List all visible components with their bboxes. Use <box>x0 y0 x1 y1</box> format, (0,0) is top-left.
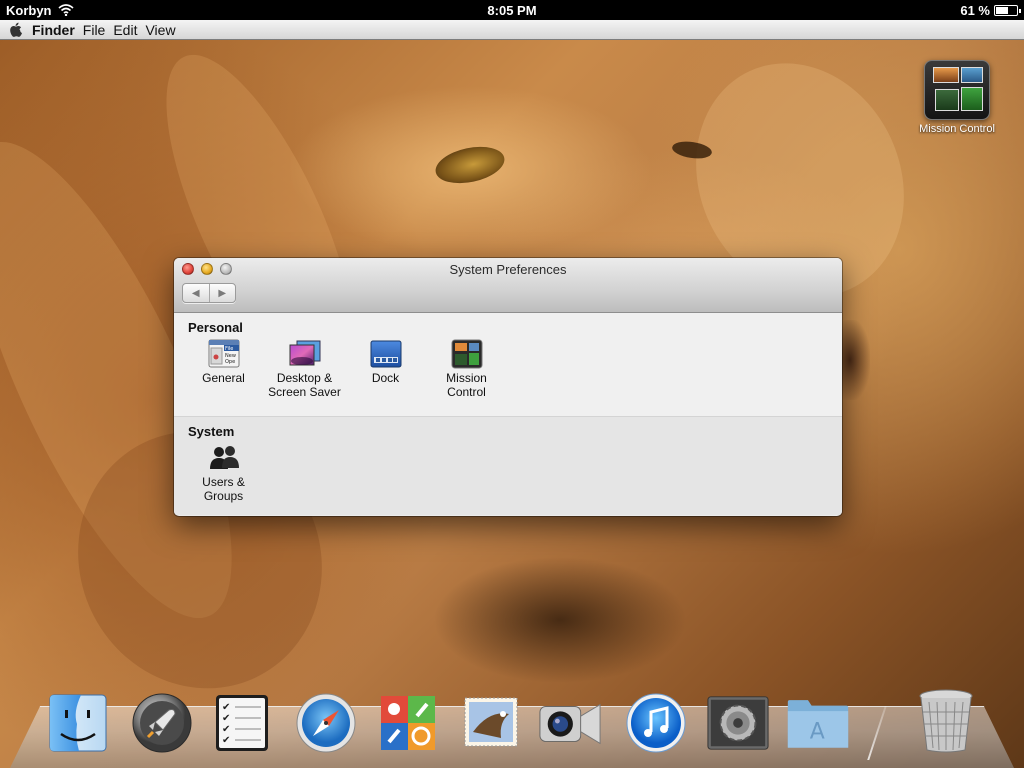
pane-general[interactable]: File New Ope General <box>183 339 264 399</box>
launchpad-icon <box>132 693 192 753</box>
mission-control-icon <box>924 60 990 120</box>
window-title: System Preferences <box>449 262 567 277</box>
dock: ✔ ✔ ✔ ✔ A <box>0 684 1024 760</box>
pane-mission-control[interactable]: Mission Control <box>426 339 507 399</box>
menu-edit[interactable]: Edit <box>109 22 141 38</box>
dock-item-launchpad[interactable] <box>130 688 194 754</box>
back-button[interactable]: ◀ <box>183 284 209 302</box>
back-forward-control: ◀ ▶ <box>182 283 236 303</box>
dock-item-mail[interactable] <box>458 688 522 754</box>
dock-item-system-preferences[interactable] <box>706 688 770 754</box>
desktop-icon-label: Mission Control <box>919 123 995 135</box>
carrier-group: Korbyn <box>6 3 74 18</box>
svg-text:A: A <box>810 720 825 745</box>
section-personal: Personal File New Ope General Desktop & … <box>174 313 842 417</box>
section-title-system: System <box>188 424 235 439</box>
dock-item-trash[interactable] <box>914 688 978 754</box>
dock-icon <box>370 340 401 368</box>
svg-text:✔: ✔ <box>222 724 230 735</box>
facetime-icon <box>539 703 601 745</box>
battery-icon <box>994 4 1021 16</box>
pane-row-system: Users & Groups <box>188 443 828 503</box>
desktop-screensaver-icon <box>289 340 320 366</box>
dock-item-reminders[interactable]: ✔ ✔ ✔ ✔ <box>210 688 274 754</box>
menu-bar: Finder File Edit View <box>0 20 1024 40</box>
pane-users-groups[interactable]: Users & Groups <box>183 443 264 503</box>
lion-eye <box>432 141 508 189</box>
pane-label-general: General <box>202 371 245 385</box>
section-title-personal: Personal <box>188 320 243 335</box>
dock-item-facetime[interactable] <box>538 688 602 754</box>
pane-row-personal: File New Ope General Desktop & Screen Sa… <box>188 339 828 399</box>
svg-text:✔: ✔ <box>222 702 230 713</box>
svg-text:Ope: Ope <box>225 359 235 365</box>
svg-text:✔: ✔ <box>222 735 230 746</box>
carrier-name: Korbyn <box>6 2 52 18</box>
battery-group: 61 % <box>960 2 1021 18</box>
svg-text:File: File <box>225 346 233 352</box>
status-bar: Korbyn 8:05 PM 61 % <box>0 0 1024 20</box>
pane-desktop-screen-saver[interactable]: Desktop & Screen Saver <box>264 339 345 399</box>
forward-button[interactable]: ▶ <box>208 284 236 302</box>
battery-percent: 61 % <box>960 2 990 18</box>
pane-dock[interactable]: Dock <box>345 339 426 399</box>
svg-text:✔: ✔ <box>222 713 230 724</box>
general-icon: File New Ope <box>208 339 239 368</box>
pane-label-dock: Dock <box>371 371 400 385</box>
dock-item-safari[interactable] <box>294 688 358 754</box>
pane-label-mission-control: Mission Control <box>446 371 487 399</box>
itunes-icon <box>626 693 686 753</box>
finder-icon <box>49 694 107 752</box>
section-system: System Users & Groups <box>174 417 842 515</box>
mission-control-icon <box>451 339 482 369</box>
dock-item-finder[interactable] <box>46 688 110 754</box>
dock-item-game-center[interactable] <box>376 688 440 754</box>
dock-item-applications[interactable]: A <box>786 688 850 754</box>
status-time: 8:05 PM <box>487 2 537 18</box>
battery-level <box>996 6 1009 14</box>
reminders-icon: ✔✔✔✔ <box>216 695 268 751</box>
trash-icon <box>919 689 973 753</box>
pane-label-desktop: Desktop & Screen Saver <box>268 371 341 399</box>
system-preferences-icon <box>707 696 769 750</box>
dock-separator <box>867 706 887 760</box>
pane-label-users-groups: Users & Groups <box>202 475 245 503</box>
users-groups-icon <box>209 446 239 469</box>
applications-folder-icon: A <box>787 700 849 748</box>
game-center-icon <box>381 696 435 750</box>
wifi-icon <box>57 4 74 16</box>
mail-icon <box>464 697 518 747</box>
desktop-icon-mission-control[interactable]: Mission Control <box>914 60 1000 135</box>
safari-icon <box>296 693 356 753</box>
apple-icon[interactable] <box>10 22 24 37</box>
menu-file[interactable]: File <box>79 22 110 38</box>
dock-item-itunes[interactable] <box>624 688 688 754</box>
menu-app-name[interactable]: Finder <box>32 22 79 38</box>
system-preferences-window: System Preferences ◀ ▶ Personal File New… <box>174 258 842 516</box>
window-titlebar[interactable]: System Preferences ◀ ▶ <box>174 258 842 313</box>
menu-view[interactable]: View <box>141 22 179 38</box>
